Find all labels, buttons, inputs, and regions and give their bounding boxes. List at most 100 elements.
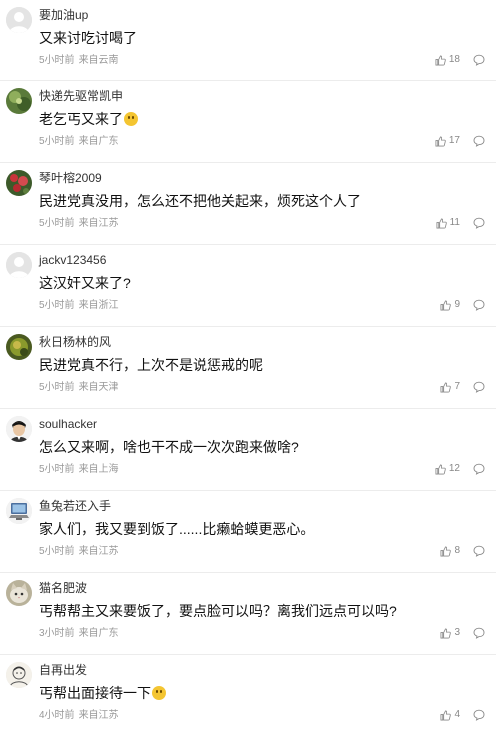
comment-location: 来自江苏 [78,710,119,721]
comment-text: 又来讨吃讨喝了 [39,30,137,46]
like-button[interactable]: 9 [440,298,460,312]
comment-item: 琴叶榕2009 民进党真没用，怎么还不把他关起来，烦死这个人了 5小时前 来自江苏… [0,163,496,245]
username[interactable]: 琴叶榕2009 [39,170,102,186]
comment-meta: 5小时前 来自天津 [39,381,119,395]
thumbs-up-icon [435,136,446,146]
comment-meta: 4小时前 来自江苏 [39,709,119,723]
username[interactable]: 快递先驱常凯申 [39,88,123,104]
comment-time: 4小时前 [39,710,75,721]
username[interactable]: 自再出发 [39,662,87,678]
username[interactable]: 猫名肥波 [39,580,87,596]
reply-button[interactable] [473,545,485,557]
comment-bubble-icon [473,54,485,66]
comment-item: 鱼兔若还入手 家人们，我又要到饭了......比癞蛤蟆更恶心。 5小时前 来自江苏… [0,491,496,573]
comment-bubble-icon [473,463,485,475]
comment-text: 丐帮出面接待一下 [39,683,166,703]
comment-text: 民进党真不行，上次不是说惩戒的呢 [39,357,263,373]
comment-text: 这汉奸又来了? [39,275,131,291]
username[interactable]: 秋日杨林的风 [39,334,111,350]
comment-bubble-icon [473,381,485,393]
comment-item: 要加油up 又来讨吃讨喝了 5小时前 来自云南 18 [0,0,496,81]
username[interactable]: 要加油up [39,7,88,23]
comment-location: 来自江苏 [78,218,119,229]
like-button[interactable]: 11 [436,216,460,230]
comment-meta: 5小时前 来自江苏 [39,545,119,559]
reply-button[interactable] [473,54,485,66]
comment-location: 来自上海 [78,464,119,475]
comment-bubble-icon [473,299,485,311]
like-button[interactable]: 18 [435,53,460,67]
thumbs-up-icon [436,218,447,228]
comment-time: 5小时前 [39,464,75,475]
comment-text: 丐帮帮主又来要饭了，要点脸可以吗？离我们远点可以吗? [39,603,397,619]
like-button[interactable]: 17 [435,134,460,148]
comment-location: 来自广东 [78,136,119,147]
username[interactable]: 鱼兔若还入手 [39,498,111,514]
comment-time: 5小时前 [39,546,75,557]
thumbs-up-icon [435,464,446,474]
like-button[interactable]: 4 [440,708,460,722]
thumbs-up-icon [440,710,452,720]
avatar[interactable] [6,580,32,606]
avatar[interactable] [6,662,32,688]
like-count: 8 [454,545,460,556]
comment-bubble-icon [473,217,485,229]
reply-button[interactable] [473,709,485,721]
avatar[interactable] [6,7,32,33]
thumbs-up-icon [435,55,446,65]
emoji-icon [124,112,138,126]
comment-time: 5小时前 [39,382,75,393]
reply-button[interactable] [473,299,485,311]
like-button[interactable]: 8 [440,544,460,558]
comment-time: 5小时前 [39,136,75,147]
comment-meta: 5小时前 来自浙江 [39,299,119,313]
comment-location: 来自江苏 [78,546,119,557]
reply-button[interactable] [473,217,485,229]
comment-text: 老乞丐又来了 [39,109,138,129]
avatar[interactable] [6,170,32,196]
like-count: 11 [449,217,460,228]
like-button[interactable]: 7 [440,380,460,394]
comment-bubble-icon [473,545,485,557]
like-button[interactable]: 12 [435,462,460,476]
comment-item: 自再出发 丐帮出面接待一下 4小时前 来自江苏 4 [0,655,496,737]
avatar[interactable] [6,334,32,360]
comment-time: 5小时前 [39,218,75,229]
thumbs-up-icon [440,546,452,556]
comment-time: 3小时前 [39,628,75,639]
comment-bubble-icon [473,709,485,721]
comment-item: 秋日杨林的风 民进党真不行，上次不是说惩戒的呢 5小时前 来自天津 7 [0,327,496,409]
comment-time: 5小时前 [39,300,75,311]
avatar[interactable] [6,498,32,524]
comment-meta: 5小时前 来自江苏 [39,217,119,231]
comment-meta: 3小时前 来自广东 [39,627,119,641]
like-count: 7 [454,381,460,392]
reply-button[interactable] [473,627,485,639]
comment-location: 来自云南 [78,55,119,66]
comment-bubble-icon [473,627,485,639]
reply-button[interactable] [473,381,485,393]
like-count: 18 [448,54,460,65]
like-button[interactable]: 3 [440,626,460,640]
comment-meta: 5小时前 来自云南 [39,54,119,68]
avatar[interactable] [6,88,32,114]
reply-button[interactable] [473,135,485,147]
thumbs-up-icon [440,628,452,638]
comment-item: jackv123456 这汉奸又来了? 5小时前 来自浙江 9 [0,245,496,327]
like-count: 4 [454,709,460,720]
comment-bubble-icon [473,135,485,147]
reply-button[interactable] [473,463,485,475]
comment-location: 来自浙江 [78,300,119,311]
comment-time: 5小时前 [39,55,75,66]
username[interactable]: soulhacker [39,416,97,432]
comment-meta: 5小时前 来自广东 [39,135,119,149]
emoji-icon [152,686,166,700]
comment-meta: 5小时前 来自上海 [39,463,119,477]
username[interactable]: jackv123456 [39,252,106,268]
comment-item: soulhacker 怎么又来啊，啥也干不成一次次跑来做啥? 5小时前 来自上海 … [0,409,496,491]
comment-item: 猫名肥波 丐帮帮主又来要饭了，要点脸可以吗？离我们远点可以吗? 3小时前 来自广东… [0,573,496,655]
like-count: 9 [454,299,460,310]
avatar[interactable] [6,252,32,278]
avatar[interactable] [6,416,32,442]
comment-text: 怎么又来啊，啥也干不成一次次跑来做啥? [39,439,299,455]
